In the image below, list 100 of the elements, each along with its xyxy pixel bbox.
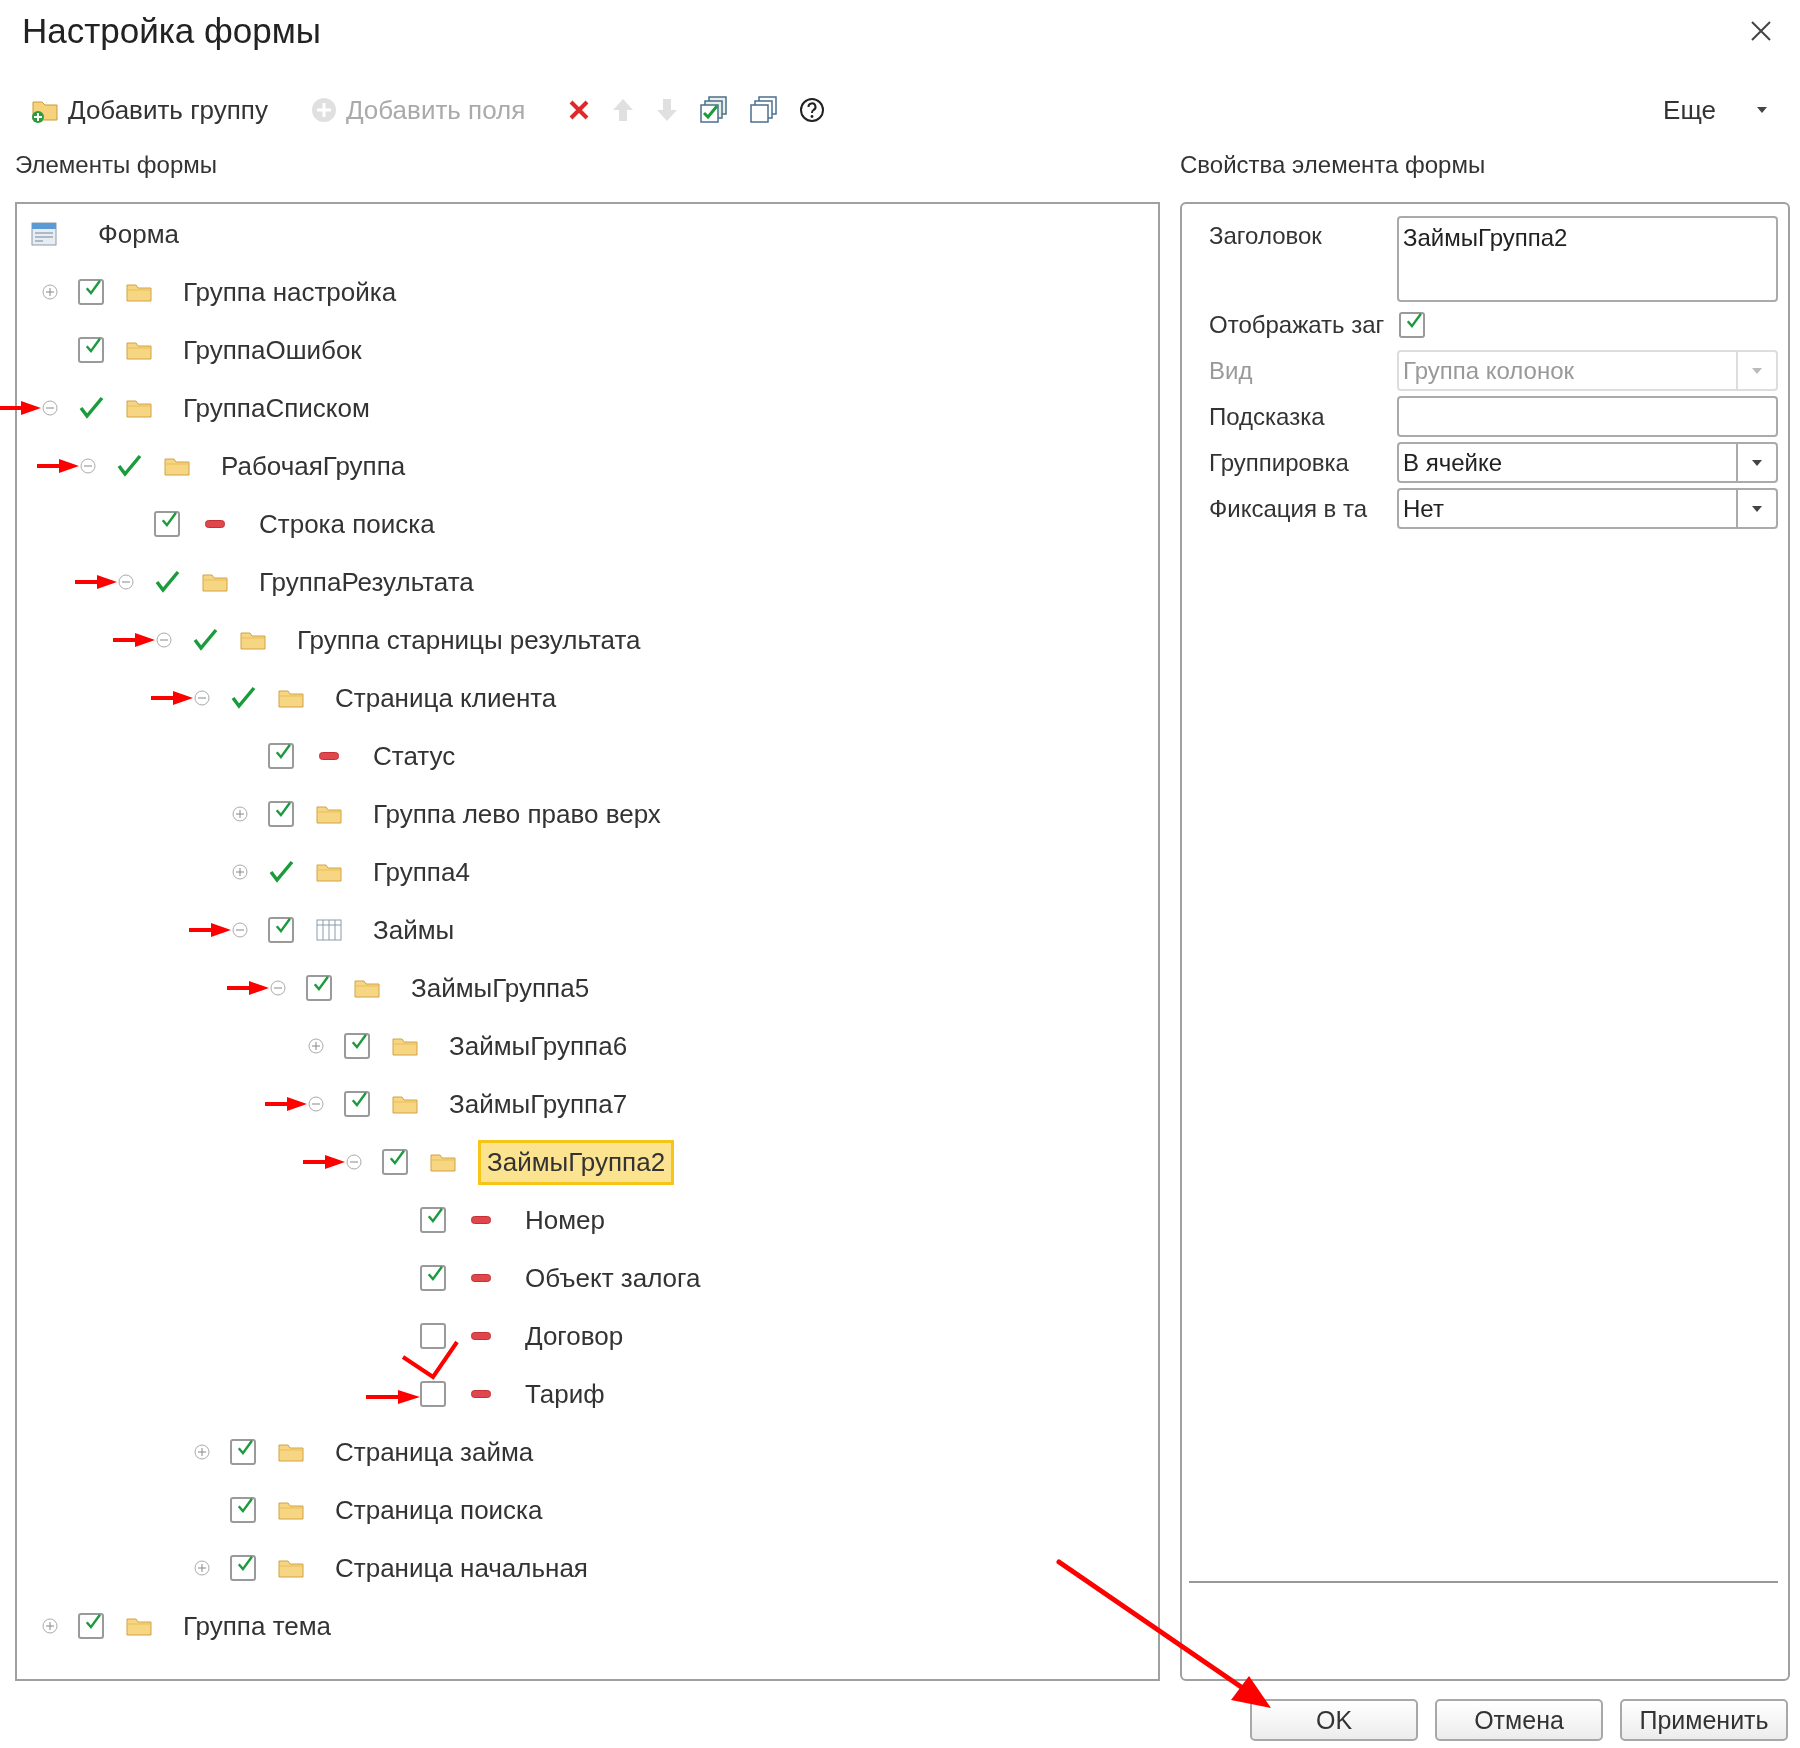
checkbox[interactable]	[420, 1265, 446, 1291]
checkbox[interactable]	[420, 1323, 446, 1349]
tree-item[interactable]: Номер	[516, 1197, 615, 1243]
dash-icon	[471, 1332, 491, 1340]
checkmark[interactable]	[78, 396, 104, 420]
folder-icon	[126, 398, 152, 418]
collapse-icon[interactable]	[156, 632, 172, 648]
dash-icon	[471, 1390, 491, 1398]
dropdown-field[interactable]: Нет	[1397, 488, 1778, 529]
expand-icon[interactable]	[194, 1444, 210, 1460]
tree-item[interactable]: Договор	[516, 1313, 633, 1359]
checkbox[interactable]	[230, 1439, 256, 1465]
tree-item[interactable]: Группа старницы результата	[288, 617, 650, 663]
folder-icon	[126, 340, 152, 360]
tree-item[interactable]: ЗаймыГруппа2	[478, 1139, 675, 1185]
checkbox[interactable]	[420, 1381, 446, 1407]
tree-item[interactable]: Форма	[89, 211, 189, 257]
expand-icon[interactable]	[42, 1618, 58, 1634]
checkbox[interactable]	[344, 1033, 370, 1059]
checkbox[interactable]	[230, 1555, 256, 1581]
checkbox[interactable]	[78, 279, 104, 305]
collapse-icon[interactable]	[308, 1096, 324, 1112]
toolbar-button[interactable]: Добавить группу	[24, 90, 274, 130]
more-menu-button[interactable]: Еще	[1657, 93, 1774, 127]
tree-item[interactable]: Тариф	[516, 1371, 614, 1417]
tree-item[interactable]: Объект залога	[516, 1255, 710, 1301]
checkbox[interactable]	[382, 1149, 408, 1175]
expand-icon[interactable]	[42, 284, 58, 300]
checkmark[interactable]	[268, 860, 294, 884]
dash-icon	[471, 1216, 491, 1224]
tree-item[interactable]: Группа тема	[174, 1603, 341, 1649]
checkbox[interactable]	[154, 511, 180, 537]
collapse-icon[interactable]	[118, 574, 134, 590]
caret-icon	[1751, 458, 1763, 467]
checkbox[interactable]	[78, 337, 104, 363]
tree-item[interactable]: Группа настройка	[174, 269, 406, 315]
stacked-squares-icon	[749, 95, 780, 125]
expand-icon[interactable]	[308, 1038, 324, 1054]
collapse-icon[interactable]	[232, 922, 248, 938]
tree-item[interactable]: Займы	[364, 907, 464, 953]
help-icon	[799, 97, 826, 123]
checkmark[interactable]	[116, 454, 142, 478]
dialog-button[interactable]: OK	[1250, 1699, 1418, 1741]
folder-icon	[316, 804, 342, 824]
checkbox[interactable]	[268, 917, 294, 943]
checkmark[interactable]	[154, 570, 180, 594]
tree-item[interactable]: ЗаймыГруппа7	[440, 1081, 637, 1127]
tree-item[interactable]: ГруппаРезультата	[250, 559, 483, 605]
input-field[interactable]	[1397, 396, 1778, 437]
expand-icon[interactable]	[194, 1560, 210, 1576]
checkbox[interactable]	[78, 1613, 104, 1639]
collapse-icon[interactable]	[42, 400, 58, 416]
checkbox[interactable]	[306, 975, 332, 1001]
checkbox[interactable]	[1399, 311, 1425, 338]
stacked-check-icon	[699, 95, 730, 125]
close-icon[interactable]	[1750, 20, 1772, 42]
tree-item[interactable]: Группа4	[364, 849, 479, 895]
tree-item[interactable]: ГруппаСписком	[174, 385, 379, 431]
field-label: Фиксация в та	[1209, 494, 1369, 523]
collapse-icon[interactable]	[80, 458, 96, 474]
checkbox[interactable]	[230, 1497, 256, 1523]
tree-item[interactable]: Страница займа	[326, 1429, 543, 1475]
dash-icon	[471, 1274, 491, 1282]
checkmark[interactable]	[192, 628, 218, 652]
tree-item[interactable]: Строка поиска	[250, 501, 444, 547]
expand-icon[interactable]	[232, 806, 248, 822]
dropdown-field[interactable]: В ячейке	[1397, 442, 1778, 483]
dialog-button[interactable]: Отмена	[1435, 1699, 1603, 1741]
folder-icon	[392, 1036, 418, 1056]
checkbox[interactable]	[268, 743, 294, 769]
tree-item[interactable]: ГруппаОшибок	[174, 327, 371, 373]
tree-item[interactable]: ЗаймыГруппа6	[440, 1023, 637, 1069]
tree-item[interactable]: Статус	[364, 733, 465, 779]
folder-icon	[240, 630, 266, 650]
collapse-icon[interactable]	[346, 1154, 362, 1170]
checkbox[interactable]	[268, 801, 294, 827]
tree-item[interactable]: ЗаймыГруппа5	[402, 965, 599, 1011]
table-icon	[316, 919, 342, 941]
field-label: Вид	[1209, 356, 1254, 385]
tree-item[interactable]: Группа лево право верх	[364, 791, 670, 837]
section-title: Элементы формы	[15, 150, 218, 180]
expand-icon[interactable]	[232, 864, 248, 880]
title-input-field[interactable]: ЗаймыГруппа2	[1397, 216, 1778, 302]
field-label: Подсказка	[1209, 402, 1326, 431]
collapse-icon[interactable]	[270, 980, 286, 996]
tree-item[interactable]: Страница поиска	[326, 1487, 552, 1533]
checkbox[interactable]	[420, 1207, 446, 1233]
tree-item[interactable]: Страница клиента	[326, 675, 566, 721]
tree-item[interactable]: РабочаяГруппа	[212, 443, 415, 489]
dialog-button[interactable]: Применить	[1620, 1699, 1788, 1741]
checkmark[interactable]	[230, 686, 256, 710]
checkbox[interactable]	[344, 1091, 370, 1117]
collapse-icon[interactable]	[194, 690, 210, 706]
tree-item[interactable]: Страница начальная	[326, 1545, 597, 1591]
form-window-icon	[31, 222, 57, 246]
folder-icon	[316, 862, 342, 882]
arrow-down-icon	[655, 97, 680, 123]
folder-icon	[278, 688, 304, 708]
folder-icon	[354, 978, 380, 998]
folder-icon	[202, 572, 228, 592]
